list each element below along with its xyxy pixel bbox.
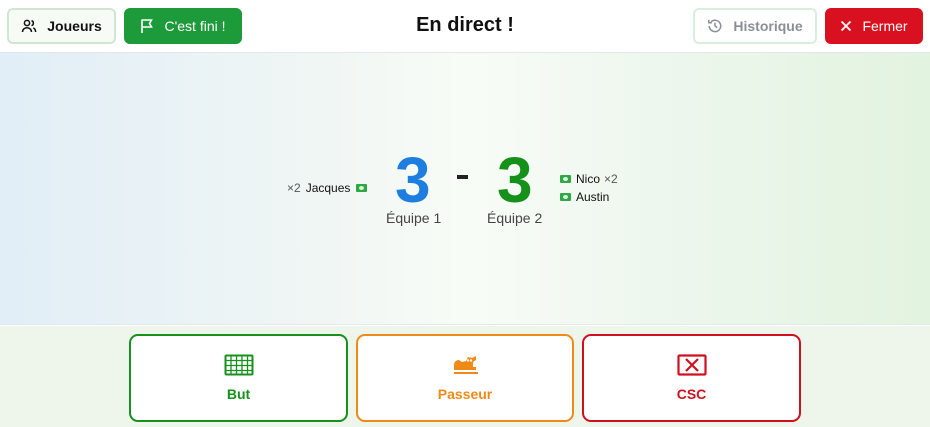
history-icon	[708, 19, 722, 33]
own-goal-button[interactable]: CSC	[582, 334, 801, 422]
scorer-team2-austin: Austin	[560, 190, 609, 204]
goal-button-label: But	[226, 386, 251, 402]
goal-icon	[356, 184, 368, 192]
close-icon	[841, 20, 852, 32]
team2-score: 3	[497, 144, 533, 216]
scoreboard-area: ×2 Jacques 3 3 Équipe 1 Équipe 2 Nico ×2…	[0, 53, 930, 325]
crossed-goal-icon	[676, 354, 707, 376]
scorer-multiplier: ×2	[604, 172, 618, 186]
assist-button-label: Passeur	[437, 386, 493, 402]
scorer-name: Austin	[576, 190, 610, 204]
close-button[interactable]: Fermer	[825, 8, 923, 44]
goal-icon	[560, 175, 571, 183]
goal-icon	[560, 193, 571, 201]
goal-button[interactable]: But	[129, 334, 348, 422]
history-button-label: Historique	[733, 18, 803, 34]
assist-button[interactable]: Passeur	[356, 334, 574, 422]
team2-name: Équipe 2	[487, 210, 543, 226]
scorer-name: Jacques	[305, 181, 351, 195]
team1-name: Équipe 1	[386, 210, 442, 226]
scorer-team1-jacques: ×2 Jacques	[287, 181, 368, 195]
close-button-label: Fermer	[862, 18, 908, 34]
own-goal-button-label: CSC	[676, 386, 707, 402]
goal-net-icon	[224, 354, 253, 376]
top-bar: Joueurs C'est fini ! En direct ! Histori…	[0, 0, 930, 53]
scorer-team2-nico: Nico ×2	[560, 172, 618, 186]
scorer-name: Nico	[576, 172, 601, 186]
team1-score: 3	[395, 144, 431, 216]
history-button[interactable]: Historique	[693, 8, 817, 44]
score-separator	[457, 175, 468, 179]
action-bar: But Passeur CSC	[0, 326, 930, 427]
running-shoe-icon	[454, 356, 478, 374]
scorer-multiplier: ×2	[287, 181, 301, 195]
